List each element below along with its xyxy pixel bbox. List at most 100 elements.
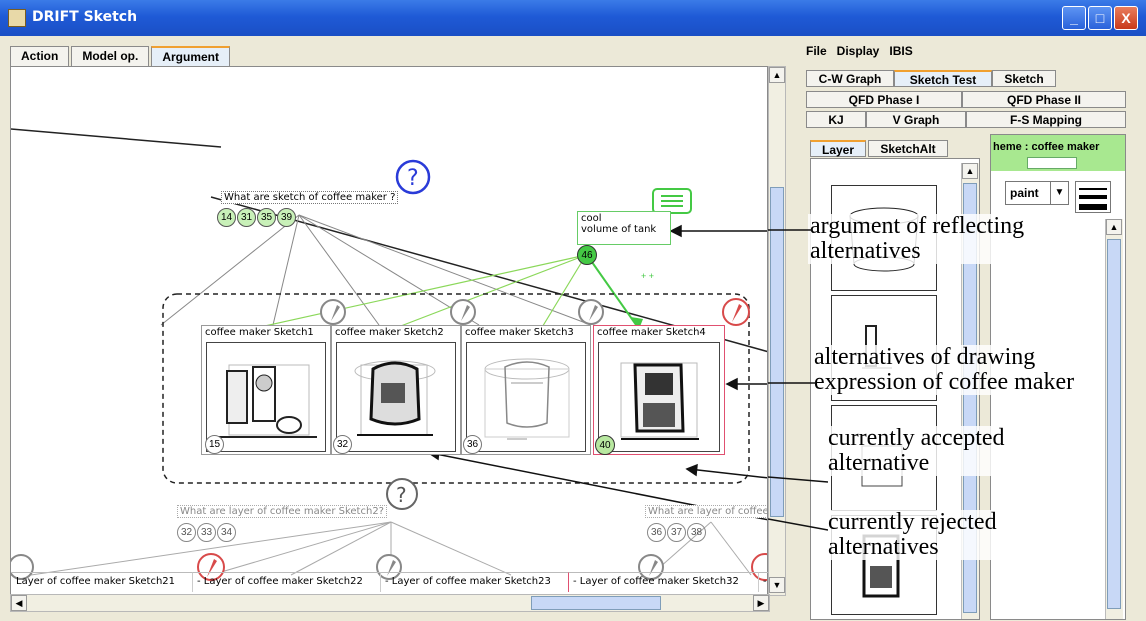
question-number-badge[interactable]: 31 [237,208,256,227]
menu-bar: File Display IBIS [806,44,923,62]
scroll-up-icon[interactable]: ▲ [962,163,978,179]
scroll-up-icon[interactable]: ▲ [769,67,785,83]
annotation-alternatives: alternatives of drawing expression of co… [812,344,1077,395]
question-number-badge[interactable]: 39 [277,208,296,227]
layer-question-label[interactable]: What are layer of coffee [645,505,767,518]
sketch-label: coffee maker Sketch1 [205,327,314,338]
sketch-label: coffee maker Sketch2 [335,327,444,338]
question-node-numbers: 14 31 35 39 [217,208,296,227]
sketch-card[interactable]: coffee maker Sketch3 [461,325,591,455]
question-node-label[interactable]: What are sketch of coffee maker ? [221,191,399,204]
sketch-card-accepted[interactable]: coffee maker Sketch4 [593,325,725,455]
theme-header: heme : coffee maker [991,135,1125,171]
layer-number-badge[interactable]: 38 [687,523,706,542]
layer-bar[interactable]: - Layer of coffee maker Sketch32 [568,572,758,592]
sketch-card[interactable]: coffee maker Sketch1 [201,325,331,455]
tab-model-op[interactable]: Model op. [71,46,150,66]
tab-cw-graph[interactable]: C-W Graph [806,70,894,87]
argument-canvas[interactable]: ? ? What are sketch of coffee maker ? 14… [10,66,768,596]
sketch-label: coffee maker Sketch3 [465,327,574,338]
annotation-line: alternative [828,450,930,476]
annotation-rejected: currently rejected alternatives [826,510,999,560]
scroll-thumb[interactable] [531,596,661,610]
line-width-picker[interactable] [1075,181,1111,213]
tab-sketchalt[interactable]: SketchAlt [868,140,948,157]
layer-question-numbers: 32 33 34 [177,523,236,542]
tab-sketch[interactable]: Sketch [992,70,1056,87]
question-number-badge[interactable]: 35 [257,208,276,227]
tab-qfd-phase-1[interactable]: QFD Phase I [806,91,962,108]
maximize-icon: □ [1095,10,1105,26]
svg-text:?: ? [407,166,419,191]
paint-select[interactable]: paint ▼ [1005,181,1069,205]
question-number-badge[interactable]: 14 [217,208,236,227]
scroll-thumb[interactable] [1107,239,1121,609]
tab-fs-mapping[interactable]: F-S Mapping [966,111,1126,128]
menu-ibis[interactable]: IBIS [889,44,912,62]
layer-number-badge[interactable]: 37 [667,523,686,542]
tab-v-graph[interactable]: V Graph [866,111,966,128]
layer-bar[interactable]: - [758,572,768,592]
title-bar: DRIFT Sketch _ □ X [0,0,1146,36]
annotation-accepted: currently accepted alternative [826,426,1007,476]
layer-bar[interactable]: - Layer of coffee maker Sketch22 [192,572,380,592]
svg-text:?: ? [396,483,407,507]
argument-line-2: volume of tank [581,224,657,235]
sketch-number-badge[interactable]: 32 [333,435,352,454]
plus-marks: + + [641,271,655,281]
scroll-right-icon[interactable]: ▶ [753,595,769,611]
argument-number-badge[interactable]: 46 [577,245,597,265]
annotation-line: argument of reflecting [810,213,1025,239]
scroll-left-icon[interactable]: ◀ [11,595,27,611]
sketch-card[interactable]: coffee maker Sketch2 [331,325,461,455]
maximize-button[interactable]: □ [1088,6,1112,30]
theme-input[interactable] [1027,157,1077,169]
layer-question-numbers: 36 37 38 [647,523,706,542]
layer-number-badge[interactable]: 36 [647,523,666,542]
sketch-image [206,342,326,452]
annotation-line: alternatives [810,238,921,264]
window-title: DRIFT Sketch [32,9,138,25]
sketch-image [336,342,456,452]
tab-action[interactable]: Action [10,46,70,66]
minimize-button[interactable]: _ [1062,6,1086,30]
tab-sketch-test[interactable]: Sketch Test [894,70,992,87]
paint-select-value: paint [1010,186,1039,200]
annotation-line: currently accepted [828,425,1005,451]
argument-line-1: cool [581,213,602,224]
tab-layer[interactable]: Layer [810,140,866,157]
tab-argument[interactable]: Argument [151,46,231,66]
scroll-up-icon[interactable]: ▲ [1106,219,1122,235]
scroll-down-icon[interactable]: ▼ [769,577,785,593]
sketch-number-badge[interactable]: 15 [205,435,224,454]
layer-question-label[interactable]: What are layer of coffee maker Sketch2? [177,505,387,518]
annotation-line: alternatives of drawing [814,344,1036,370]
close-icon: X [1121,10,1131,26]
menu-file[interactable]: File [806,44,827,62]
annotation-line: expression of coffee maker [814,369,1075,395]
left-tab-bar: Action Model op. Argument [10,46,232,66]
layer-number-badge[interactable]: 33 [197,523,216,542]
sketch-area-scrollbar[interactable]: ▲ [1105,219,1123,619]
canvas-vertical-scrollbar[interactable]: ▲ ▼ [768,66,786,596]
chevron-down-icon[interactable]: ▼ [1050,182,1068,204]
theme-label: heme : coffee maker [993,141,1100,153]
layer-number-badge[interactable]: 34 [217,523,236,542]
sketch-number-badge[interactable]: 36 [463,435,482,454]
sketch-image [598,342,720,452]
tab-kj[interactable]: KJ [806,111,866,128]
close-button[interactable]: X [1114,6,1138,30]
sketch-image [466,342,586,452]
argument-node[interactable]: cool volume of tank [577,211,671,245]
layer-bar[interactable]: - Layer of coffee maker Sketch23 [380,572,568,592]
scroll-thumb[interactable] [770,187,784,517]
annotation-line: alternatives [828,534,939,560]
menu-display[interactable]: Display [837,44,880,62]
tab-qfd-phase-2[interactable]: QFD Phase II [962,91,1126,108]
layer-number-badge[interactable]: 32 [177,523,196,542]
sketch-number-badge-accepted[interactable]: 40 [595,435,615,455]
app-icon [8,9,26,27]
canvas-horizontal-scrollbar[interactable]: ◀ ▶ [10,594,770,612]
layer-bar[interactable]: Layer of coffee maker Sketch21 [12,572,192,592]
annotation-line: currently rejected [828,509,997,535]
